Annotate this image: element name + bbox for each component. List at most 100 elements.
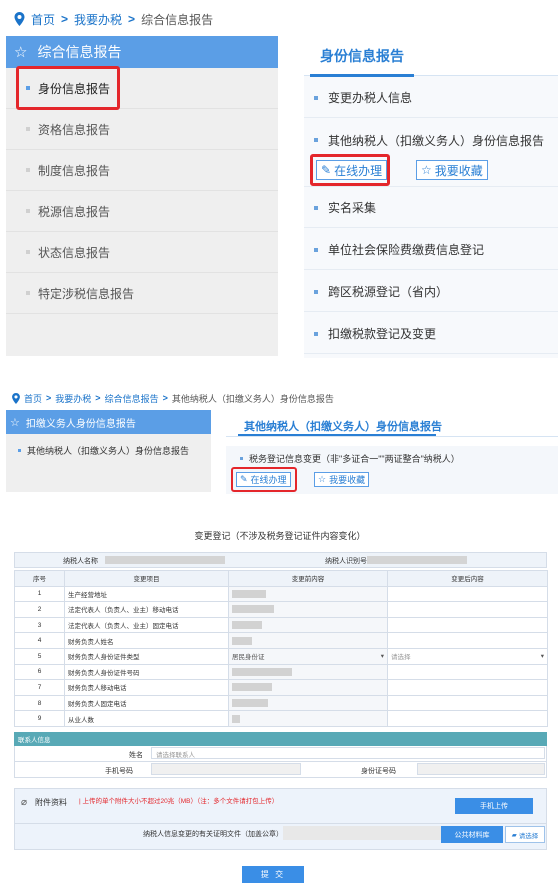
caret-down-icon: ▾ [540,653,544,661]
contact-name-label: 姓名 [129,752,143,759]
after-input[interactable] [387,585,548,603]
bullet-icon [26,250,30,254]
submit-button[interactable]: 提 交 [242,866,304,883]
bullet-icon [314,205,318,210]
sidebar-item-label: 资格信息报告 [38,122,111,137]
sidebar-item-label: 状态信息报告 [38,245,111,260]
breadcrumb-home-link[interactable]: 首页 [31,11,55,28]
button-label: 在线办理 [334,163,383,178]
contact-id-label: 身份证号码 [361,768,396,775]
breadcrumb-tax-link[interactable]: 我要办税 [55,392,91,405]
list-item[interactable]: 税务登记信息变更（非"多证合一""两证整合"纳税人） [240,452,460,465]
row-item: 生产经营地址 [64,585,229,603]
contact-section-header: 联系人信息 [14,732,547,746]
after-input[interactable] [387,710,548,727]
sidebar-item-specific-tax-report[interactable]: 特定涉税信息报告 [6,273,278,314]
row-no: 5 [14,647,65,665]
taxpayer-info-row: 纳税人名称 纳税人识别号 [14,552,547,568]
favorite-button[interactable]: ☆ 我要收藏 [314,472,370,487]
table-row: 9 从业人数 [14,710,548,727]
contact-name-row: 姓名 请选择联系人 [14,746,547,762]
table-row: 7 财务负责人移动电话 [14,679,548,696]
list-item[interactable]: 单位社会保险费缴费信息登记 [304,230,558,270]
public-library-button[interactable]: 公共材料库 [441,826,503,843]
after-input[interactable] [387,616,548,634]
paperclip-icon: ⌀ [21,797,28,808]
sidebar-item-label: 特定涉税信息报告 [38,286,135,301]
breadcrumb-report-link[interactable]: 综合信息报告 [105,392,159,405]
choose-file-button[interactable]: ▰ 请选择 [505,826,545,843]
header-after: 变更后内容 [387,570,548,587]
online-process-button[interactable]: ✎ 在线办理 [236,472,291,487]
after-input[interactable] [387,632,548,649]
before-value [228,663,388,681]
sidebar-item-other-identity-report[interactable]: 其他纳税人（扣缴义务人）身份信息报告 [6,434,211,466]
row-item: 法定代表人（负责人、业主）固定电话 [64,616,229,634]
after-input[interactable] [387,694,548,712]
breadcrumb-separator: > [162,393,168,403]
tab-identity-report[interactable]: 身份信息报告 [320,46,404,66]
table-header-row: 序号 变更项目 变更前内容 变更后内容 [14,570,548,587]
tab-bar-line [226,436,558,437]
sidebar-item-identity-report[interactable]: 身份信息报告 [6,68,278,109]
row-item: 财务负责人姓名 [64,632,229,649]
bullet-icon [26,209,30,213]
breadcrumb-home-link[interactable]: 首页 [24,392,42,405]
bullet-icon [18,448,21,452]
location-pin-icon [12,392,20,404]
sidebar-item-qualification-report[interactable]: 资格信息报告 [6,109,278,150]
left-sidebar: ☆ 综合信息报告 身份信息报告 资格信息报告 制度信息报告 税源信息报告 状态信… [6,36,278,356]
breadcrumb-tax-link[interactable]: 我要办税 [74,11,122,28]
list-item[interactable]: 变更办税人信息 [304,78,558,118]
bullet-icon [314,331,318,336]
sidebar-item-status-report[interactable]: 状态信息报告 [6,232,278,273]
breadcrumb-separator: > [128,12,136,26]
after-input[interactable] [387,601,548,618]
contact-phone-field[interactable] [151,763,301,775]
header-before: 变更前内容 [228,570,388,587]
list-item[interactable]: 扣缴税款登记及变更 [304,314,558,354]
contact-name-select[interactable]: 请选择联系人 [151,747,545,759]
table-row: 5 财务负责人身份证件类型 居民身份证 ▾ 请选择 ▾ [14,647,548,665]
sidebar-item-label: 制度信息报告 [38,163,111,178]
list-item-label: 其他纳税人（扣缴义务人）身份信息报告 [328,133,545,148]
breadcrumb: 首页 > 我要办税 > 综合信息报告 > 其他纳税人（扣缴义务人）身份信息报告 [12,391,334,405]
tab-other-identity-report[interactable]: 其他纳税人（扣缴义务人）身份信息报告 [244,418,442,434]
tab-underline [238,434,436,436]
table-row: 3 法定代表人（负责人、业主）固定电话 [14,616,548,634]
contact-phone-label: 手机号码 [105,768,133,775]
sidebar-item-system-report[interactable]: 制度信息报告 [6,150,278,191]
table-row: 1 生产经营地址 [14,585,548,603]
sidebar-header: ☆ 综合信息报告 [6,36,278,68]
attachment-label: 附件资料 [35,798,67,807]
caret-down-icon: ▾ [380,653,384,661]
online-process-button[interactable]: ✎ 在线办理 [316,160,388,180]
before-id-type-select: 居民身份证 ▾ [228,647,388,665]
after-input[interactable] [387,663,548,681]
bullet-icon [240,457,243,460]
select-placeholder: 请选择 [391,654,411,662]
bullet-icon [26,168,30,172]
after-input[interactable] [387,679,548,696]
list-item-expanded[interactable]: 其他纳税人（扣缴义务人）身份信息报告 [304,120,558,160]
sidebar-item-label: 身份信息报告 [38,81,111,96]
bullet-icon [26,86,30,90]
mobile-upload-button[interactable]: 手机上传 [455,798,533,814]
list-item[interactable]: 跨区税源登记（省内） [304,272,558,312]
favorite-button[interactable]: ☆ 我要收藏 [416,160,488,180]
contact-id-field[interactable] [417,763,545,775]
sidebar-item-tax-source-report[interactable]: 税源信息报告 [6,191,278,232]
button-label: 请选择 [518,832,539,840]
after-id-type-select[interactable]: 请选择 ▾ [387,647,548,665]
row-item: 法定代表人（负责人、业主）移动电话 [64,601,229,618]
folder-icon: ▰ [511,831,517,839]
bullet-icon [314,95,318,100]
before-value [228,585,388,603]
list-item[interactable]: 实名采集 [304,188,558,228]
attachment-note: | 上传的单个附件大小不超过20兆（MB）（注：多个文件请打包上传） [79,798,279,805]
breadcrumb-separator: > [95,393,101,403]
taxpayer-name-label: 纳税人名称 [63,558,98,565]
row-no: 3 [14,616,65,634]
change-items-table: 序号 变更项目 变更前内容 变更后内容 1 生产经营地址 2 法定代表人（负责人… [14,570,548,727]
table-row: 6 财务负责人身份证件号码 [14,663,548,681]
